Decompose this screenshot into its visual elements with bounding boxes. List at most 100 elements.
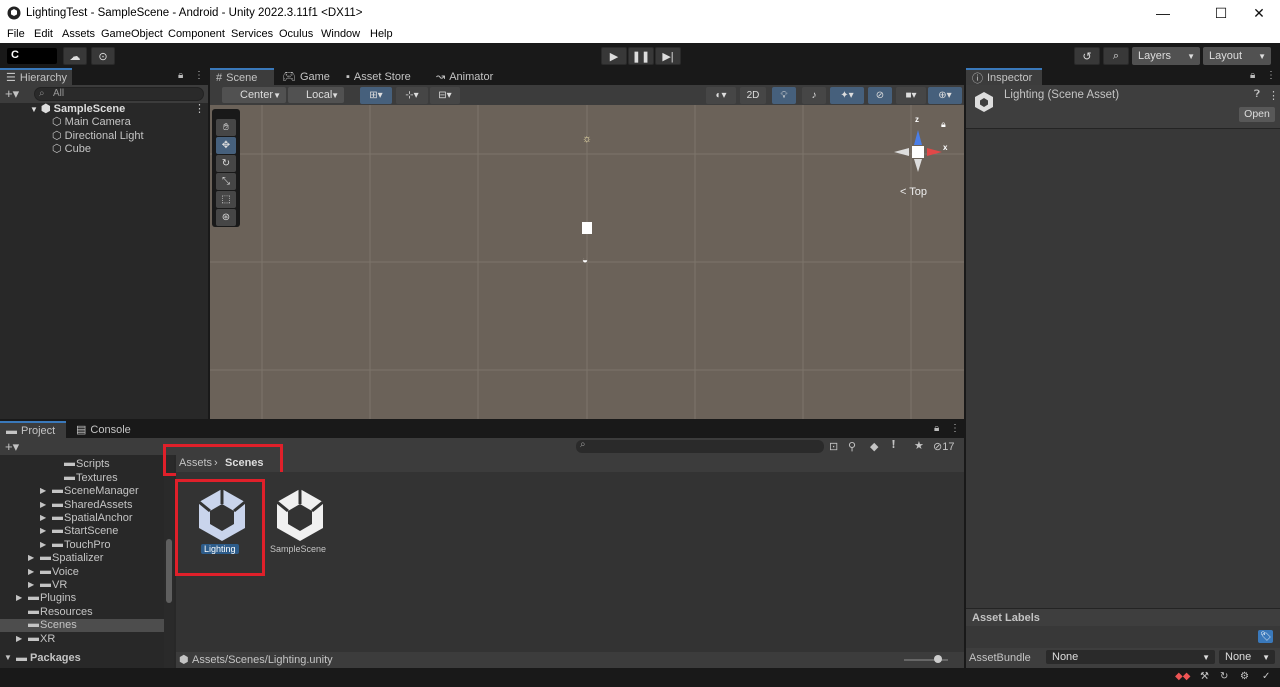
chevron-right-icon[interactable]: ▶ (40, 540, 46, 549)
menu-oculus[interactable]: Oculus (279, 28, 313, 40)
warning-icon[interactable]: ❗︎ (892, 439, 895, 452)
hierarchy-item[interactable]: ⬡ Directional Light (52, 129, 144, 142)
add-button[interactable]: +▾ (5, 439, 19, 455)
more-icon[interactable]: ⋮ (194, 102, 205, 115)
hierarchy-search-input[interactable]: ⌕ All (34, 87, 204, 101)
increment-snap-button[interactable]: ⊟▾ (430, 87, 460, 104)
pause-button[interactable]: ❚❚ (628, 47, 654, 65)
history-button[interactable]: ↺ (1074, 47, 1100, 65)
shading-mode-button[interactable]: ◐▾ (706, 87, 736, 104)
folder-tree-item[interactable]: ▶ ▬ Voice (0, 565, 164, 579)
layout-dropdown[interactable]: Layout ▼ (1203, 47, 1271, 65)
camera-button[interactable]: ■▾ (896, 87, 926, 104)
scene-root-item[interactable]: ▼ ⬢ SampleScene (30, 102, 125, 115)
step-button[interactable]: ▶| (655, 47, 681, 65)
chevron-right-icon[interactable]: ▶ (40, 486, 46, 495)
lock-icon[interactable]: 🔒︎ (934, 423, 939, 434)
menu-assets[interactable]: Assets (62, 28, 95, 40)
check-icon[interactable]: ✓ (1262, 671, 1270, 682)
asset-variant-dropdown[interactable]: None ▼ (1219, 650, 1275, 664)
menu-gameobject[interactable]: GameObject (101, 28, 163, 40)
move-tool[interactable]: ✥ (216, 137, 236, 154)
folder-tree-item[interactable]: ▶ ▬ VR (0, 578, 164, 592)
folder-tree-item[interactable]: ▬ Scripts (0, 457, 164, 471)
lock-icon[interactable]: 🔒︎ (941, 119, 946, 130)
open-button[interactable]: Open (1239, 107, 1275, 122)
favorite-icon[interactable]: ★ (914, 439, 924, 452)
folder-tree-item[interactable]: ▶ ▬ Spatializer (0, 551, 164, 565)
menu-window[interactable]: Window (321, 28, 360, 40)
rect-tool[interactable]: ⬚ (216, 191, 236, 208)
tab-inspector[interactable]: ⓘ Inspector (966, 68, 1042, 85)
more-icon[interactable]: ⋮ (194, 70, 204, 81)
tab-animator[interactable]: ↝ Animator (430, 68, 496, 85)
folder-tree-item[interactable]: ▶ ▬ SceneManager (0, 484, 164, 498)
play-button[interactable]: ▶ (601, 47, 627, 65)
tag-icon[interactable]: 🏷︎ (1258, 630, 1274, 643)
folder-tree-item[interactable]: ▶ ▬ SharedAssets (0, 498, 164, 512)
menu-file[interactable]: File (7, 28, 25, 40)
tab-asset-store[interactable]: ▪ Asset Store (340, 68, 420, 85)
camera-gizmo-icon[interactable]: ◒ (582, 255, 588, 266)
search-type-icon[interactable]: ⊡ (829, 440, 838, 453)
chevron-right-icon[interactable]: ▶ (40, 526, 46, 535)
audio-toggle[interactable]: ♪ (802, 87, 826, 104)
cloud-button[interactable]: ☁ (63, 47, 87, 65)
lighting-toggle[interactable]: 💡︎ (772, 87, 796, 104)
auto-generate-icon[interactable]: ⚒ (1200, 671, 1209, 682)
lock-icon[interactable]: 🔒︎ (1250, 70, 1255, 81)
mode-2d-button[interactable]: 2D (740, 87, 766, 104)
menu-edit[interactable]: Edit (34, 28, 53, 40)
collab-button[interactable]: ⊙ (91, 47, 115, 65)
chevron-right-icon[interactable]: ▶ (16, 634, 22, 643)
chevron-right-icon[interactable]: ▶ (40, 500, 46, 509)
menu-services[interactable]: Services (231, 28, 273, 40)
visibility-toggle[interactable]: ⊘ (868, 87, 892, 104)
folder-tree-item[interactable]: ▶ ▬ Plugins (0, 591, 164, 605)
layers-dropdown[interactable]: Layers ▼ (1132, 47, 1200, 65)
warning-icon[interactable]: ◆◆ (1175, 671, 1190, 682)
help-icon[interactable]: ❓︎ (1254, 89, 1260, 100)
chevron-right-icon[interactable]: ▶ (28, 567, 34, 576)
tab-scene[interactable]: # Scene (210, 68, 274, 85)
asset-item-samplescene[interactable]: SampleScene (266, 482, 336, 558)
asset-bundle-dropdown[interactable]: None ▼ (1046, 650, 1215, 664)
packages-item[interactable]: ▼ ▬ Packages (0, 652, 164, 666)
snap-button[interactable]: ⊞▾ (360, 87, 392, 104)
chevron-right-icon[interactable]: ▶ (40, 513, 46, 522)
progress-icon[interactable]: ↻ (1220, 671, 1228, 682)
close-button[interactable]: ✕ (1236, 0, 1280, 26)
transform-tool[interactable]: ⊛ (216, 209, 236, 226)
folder-tree-item[interactable]: ▶ ▬ StartScene (0, 524, 164, 538)
account-button[interactable]: C (7, 48, 57, 64)
folder-tree-item[interactable]: ▶ ▬ XR (0, 632, 164, 646)
space-dropdown[interactable]: Local ▼ (288, 87, 344, 103)
hierarchy-item[interactable]: ⬡ Main Camera (52, 115, 131, 128)
tab-project[interactable]: ▬ Project (0, 421, 66, 438)
project-search-input[interactable]: ⌕ (576, 439, 824, 453)
tree-scrollbar[interactable] (164, 455, 174, 668)
more-icon[interactable]: ⋮ (950, 423, 960, 434)
folder-tree-item[interactable]: ▬ Resources (0, 605, 164, 619)
folder-tree-item[interactable]: ▶ ▬ SpatialAnchor (0, 511, 164, 525)
chevron-right-icon[interactable]: ▶ (28, 580, 34, 589)
cube-object[interactable] (582, 222, 592, 234)
view-label[interactable]: < Top (900, 186, 927, 198)
chevron-right-icon[interactable]: ▶ (28, 553, 34, 562)
scrollbar-thumb[interactable] (166, 539, 172, 603)
label-filter-icon[interactable]: ◆ (870, 440, 878, 453)
folder-tree-item[interactable]: ▬Scenes (0, 618, 164, 633)
chevron-right-icon[interactable]: ▶ (16, 593, 22, 602)
menu-component[interactable]: Component (168, 28, 225, 40)
hidden-packages-toggle[interactable]: ⊘17 (933, 440, 954, 453)
hierarchy-item[interactable]: ⬡ Cube (52, 142, 91, 155)
effects-toggle[interactable]: ✦▾ (830, 87, 864, 104)
rotate-tool[interactable]: ↻ (216, 155, 236, 172)
add-button[interactable]: +▾ (5, 86, 19, 102)
filter-type-icon[interactable]: ⚲ (848, 440, 856, 453)
grid-snap-button[interactable]: ⊹▾ (396, 87, 428, 104)
pivot-dropdown[interactable]: Center ▼ (222, 87, 286, 103)
menu-help[interactable]: Help (370, 28, 393, 40)
lock-icon[interactable]: 🔒︎ (178, 70, 183, 81)
light-gizmo-icon[interactable]: ☼ (582, 133, 592, 145)
